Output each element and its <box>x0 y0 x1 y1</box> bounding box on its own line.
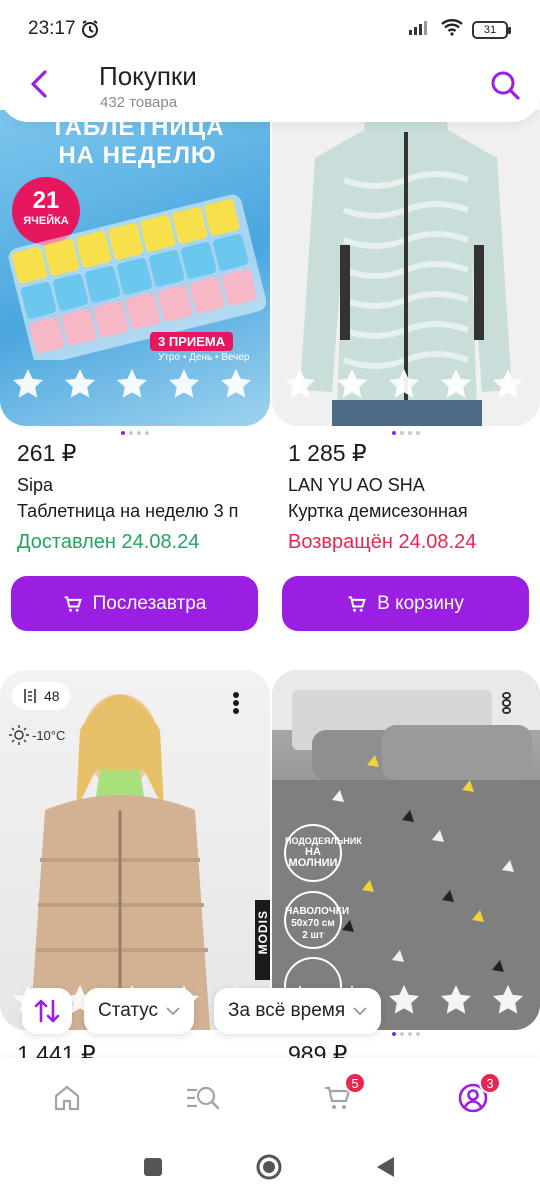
star-icon <box>65 369 95 398</box>
search-button[interactable] <box>488 68 522 102</box>
product-name[interactable]: Таблетница на неделю 3 п <box>17 501 257 522</box>
profile-badge: 3 <box>479 1072 501 1094</box>
image-pager-dots <box>0 431 270 435</box>
item-count: 432 товара <box>100 94 178 111</box>
nav-profile[interactable]: 3 <box>453 1072 501 1118</box>
order-status: Доставлен 24.08.24 <box>17 531 200 553</box>
image-pager-dots <box>272 431 540 435</box>
back-system-button[interactable] <box>370 1152 400 1182</box>
more-options-button[interactable] <box>224 688 248 718</box>
nav-catalog[interactable] <box>182 1078 222 1118</box>
chevron-down-icon <box>353 1007 367 1016</box>
star-icon <box>285 369 315 398</box>
sort-button[interactable] <box>22 988 72 1034</box>
product-image-bedding[interactable]: ПОДОДЕЯЛЬНИК НА МОЛНИИ НАВОЛОЧКИ 50x70 с… <box>272 670 540 1030</box>
nav-cart[interactable]: 5 <box>318 1072 366 1118</box>
period-filter[interactable]: За всё время <box>214 988 382 1034</box>
product-brand: LAN YU AO SHA <box>288 475 425 495</box>
status-filter[interactable]: Статус <box>84 988 195 1034</box>
product-image-jacket[interactable] <box>272 110 540 426</box>
product-price: 989 ₽ <box>288 1041 348 1058</box>
buy-button[interactable]: Послезавтра <box>11 576 258 631</box>
product-name[interactable]: Куртка демисезонная <box>288 501 528 522</box>
product-price: 1 285 ₽ <box>288 440 367 466</box>
rating-stars[interactable] <box>282 366 526 402</box>
home-icon <box>54 1085 80 1111</box>
star-icon <box>493 369 523 398</box>
image-title-line2: НА НЕДЕЛЮ <box>58 142 217 169</box>
system-navigation <box>0 1138 540 1200</box>
circle-icon <box>256 1154 282 1180</box>
wifi-icon <box>440 18 464 41</box>
star-icon <box>441 985 471 1014</box>
zipper-label: ПОДОДЕЯЛЬНИК НА МОЛНИИ <box>285 836 362 869</box>
home-button[interactable] <box>254 1152 284 1182</box>
star-icon <box>221 369 251 398</box>
product-price: 261 ₽ <box>17 440 77 466</box>
bottom-navigation: 5 3 <box>0 1058 540 1138</box>
product-brand: Sipa <box>17 475 54 495</box>
add-to-cart-button[interactable]: В корзину <box>282 576 529 631</box>
period-filter-label: За всё время <box>228 1000 346 1021</box>
recents-button[interactable] <box>138 1152 168 1182</box>
promo-label: 3 ПРИЕМА <box>150 332 234 351</box>
star-icon <box>169 369 199 398</box>
size-count-chip: 48 <box>12 682 70 710</box>
product-price: 1 441 ₽ <box>17 1041 96 1058</box>
star-icon <box>493 985 523 1014</box>
square-icon <box>144 1158 162 1176</box>
product-image-pill-organizer[interactable]: ТАБЛЕТНИЦА НА НЕДЕЛЮ 21 ЯЧЕЙКА 3 ПРИЕМА … <box>0 110 270 426</box>
back-button[interactable] <box>24 66 54 102</box>
star-icon <box>389 985 419 1014</box>
cart-icon <box>64 595 82 612</box>
sun-icon <box>9 725 29 745</box>
signal-icon <box>408 19 432 40</box>
page-title: Покупки <box>99 61 197 91</box>
star-icon <box>441 369 471 398</box>
promo-sub: Утро • День • Вечер <box>158 352 250 363</box>
alarm-icon <box>80 19 100 44</box>
catalog-search-icon <box>187 1086 220 1110</box>
temperature-label: -10°C <box>8 724 65 746</box>
chevron-down-icon <box>166 1007 180 1016</box>
status-time: 23:17 <box>28 18 76 39</box>
status-bar: 23:17 31 <box>0 0 540 58</box>
pillowcase-label: НАВОЛОЧКИ 50x70 см 2 шт <box>285 906 350 941</box>
rating-stars[interactable] <box>10 366 254 402</box>
search-icon <box>491 71 520 100</box>
order-status: Возвращён 24.08.24 <box>288 531 477 553</box>
product-image-puffer-jacket[interactable]: 48 -10°C MODIS <box>0 670 270 1030</box>
battery-indicator: 31 <box>472 20 511 39</box>
add-to-cart-label: В корзину <box>377 592 464 614</box>
star-icon <box>337 369 367 398</box>
star-icon <box>13 369 43 398</box>
triangle-back-icon <box>377 1157 394 1177</box>
ruler-icon <box>24 689 36 703</box>
chevron-left-icon <box>31 70 47 98</box>
brand-side-label: MODIS <box>256 910 270 955</box>
nav-home[interactable] <box>47 1078 87 1118</box>
cart-icon <box>348 595 367 612</box>
status-filter-label: Статус <box>98 1000 159 1021</box>
star-icon <box>117 369 147 398</box>
buy-button-label: Послезавтра <box>92 592 207 614</box>
sort-arrows-icon <box>34 999 60 1023</box>
more-options-button[interactable] <box>494 688 518 718</box>
header: Покупки 432 товара <box>0 50 540 122</box>
cart-badge: 5 <box>344 1072 366 1094</box>
star-icon <box>389 369 419 398</box>
